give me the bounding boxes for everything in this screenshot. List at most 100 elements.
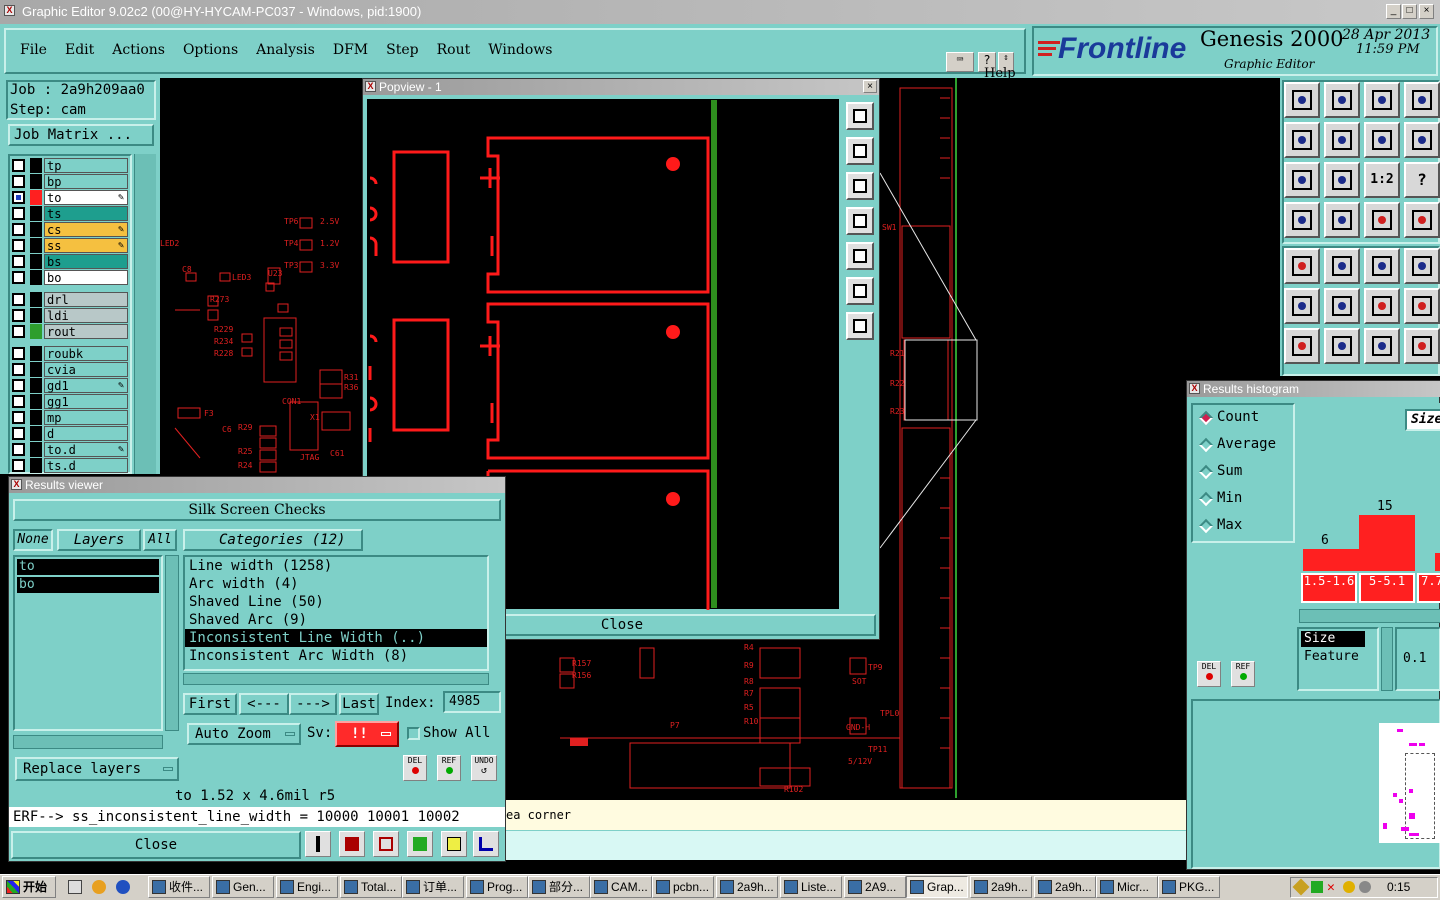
cross-icon[interactable] xyxy=(1324,288,1360,324)
layer-list-vscroll[interactable] xyxy=(165,555,179,731)
layer-row[interactable]: d xyxy=(12,426,128,441)
category-item[interactable]: Arc width (4) xyxy=(185,575,487,593)
tray-clock[interactable]: 0:15 xyxy=(1387,880,1410,894)
feature-option[interactable]: Feature xyxy=(1299,649,1377,665)
layer-checkbox[interactable] xyxy=(12,363,25,376)
layer-row[interactable]: to.d ✎ xyxy=(12,442,128,457)
category-item[interactable]: Inconsistent Arc Width (8) xyxy=(185,647,487,665)
prev-button[interactable]: <--- xyxy=(239,693,289,715)
layer-checkbox[interactable] xyxy=(12,325,25,338)
layer-row[interactable]: gg1 xyxy=(12,394,128,409)
taskbar-item[interactable]: 部分... xyxy=(528,876,590,898)
snap-icon[interactable] xyxy=(1404,122,1440,158)
measure-option-count[interactable]: Count xyxy=(1193,405,1293,432)
layer-row[interactable]: bs xyxy=(12,254,128,269)
step-value[interactable]: 0.1 xyxy=(1397,629,1439,666)
zoom-in-icon[interactable] xyxy=(846,102,874,130)
layer-name[interactable]: drl xyxy=(44,292,128,307)
category-hscroll[interactable] xyxy=(183,673,489,685)
move-right-icon[interactable] xyxy=(1324,122,1360,158)
layer-row[interactable]: gd1 ✎ xyxy=(12,378,128,393)
layer-name[interactable]: ss xyxy=(44,238,128,253)
taskbar-item[interactable]: 2a9h... xyxy=(970,876,1032,898)
first-button[interactable]: First xyxy=(183,693,237,715)
move-up-icon[interactable] xyxy=(1284,82,1320,118)
layer-row[interactable]: mp xyxy=(12,410,128,425)
zoom-out-icon[interactable] xyxy=(846,137,874,165)
none-button[interactable]: None xyxy=(13,529,53,551)
layer-checkbox[interactable] xyxy=(12,271,25,284)
layer-checkbox[interactable] xyxy=(12,255,25,268)
pan-left-icon[interactable] xyxy=(846,207,874,235)
histogram-hscroll[interactable] xyxy=(1299,609,1440,623)
measure-option-min[interactable]: Min xyxy=(1193,486,1293,513)
layer-name[interactable]: cs xyxy=(44,222,128,237)
category-item[interactable]: Shaved Line (50) xyxy=(185,593,487,611)
taskbar-item[interactable]: Grap... xyxy=(906,876,968,898)
menu-analysis[interactable]: Analysis xyxy=(256,42,315,58)
taskbar-item[interactable]: Prog... xyxy=(466,876,528,898)
ruler-icon[interactable] xyxy=(1364,248,1400,284)
layer-checkbox[interactable] xyxy=(12,347,25,360)
tray-clock-icon[interactable] xyxy=(1359,881,1371,893)
bar-category-label[interactable]: 1.5-1.6 xyxy=(1301,573,1357,603)
menu-file[interactable]: File xyxy=(20,42,47,58)
start-button[interactable]: 开始 xyxy=(2,876,56,898)
measure-option-average[interactable]: Average xyxy=(1193,432,1293,459)
layer-checkbox[interactable] xyxy=(12,411,25,424)
del-button[interactable]: DEL xyxy=(403,755,427,781)
taskbar-item[interactable]: pcbn... xyxy=(652,876,714,898)
panel-icon[interactable] xyxy=(1404,82,1440,118)
result-layer-item[interactable]: to xyxy=(17,559,159,575)
taskbar-item[interactable]: PKG... xyxy=(1158,876,1220,898)
layer-name[interactable]: d xyxy=(44,426,128,441)
radio-icon[interactable] xyxy=(1198,464,1214,480)
menu-edit[interactable]: Edit xyxy=(65,42,94,58)
severity-menu[interactable]: !! xyxy=(335,721,399,747)
radio-icon[interactable] xyxy=(1198,437,1214,453)
last-button[interactable]: Last xyxy=(339,693,379,715)
clock-app-icon[interactable] xyxy=(92,880,106,894)
category-item[interactable]: Inconsistent Line Width (..) xyxy=(185,629,487,647)
select-pad-icon[interactable] xyxy=(1284,248,1320,284)
report-icon[interactable] xyxy=(339,831,365,857)
arrow-pad2-icon[interactable] xyxy=(1404,288,1440,324)
arc-icon[interactable] xyxy=(1364,328,1400,364)
layer-row[interactable]: bo xyxy=(12,270,128,285)
layer-row[interactable]: tp xyxy=(12,158,128,173)
preview-map[interactable] xyxy=(1379,723,1440,843)
connect-icon[interactable] xyxy=(1284,288,1320,324)
query-icon[interactable]: ? xyxy=(1404,162,1440,198)
layer-checkbox[interactable] xyxy=(12,223,25,236)
histogram-bar[interactable] xyxy=(1359,515,1415,571)
taskbar-item[interactable]: Total... xyxy=(340,876,402,898)
layer-name[interactable]: tp xyxy=(44,158,128,173)
replace-layers-menu[interactable]: Replace layers xyxy=(15,757,179,781)
menu-dfm[interactable]: DFM xyxy=(333,42,368,58)
graph-icon[interactable] xyxy=(473,831,499,857)
arrow-pad-icon[interactable] xyxy=(1364,288,1400,324)
zoom-home-icon[interactable] xyxy=(846,172,874,200)
histogram-icon[interactable] xyxy=(305,831,331,857)
move-down-icon[interactable] xyxy=(1324,82,1360,118)
layer-checkbox[interactable] xyxy=(12,309,25,322)
category-item[interactable]: Line width (1258) xyxy=(185,557,487,575)
radio-icon[interactable] xyxy=(1198,410,1214,426)
layer-name[interactable]: mp xyxy=(44,410,128,425)
menu-rout[interactable]: Rout xyxy=(437,42,471,58)
home-icon[interactable] xyxy=(1364,82,1400,118)
fit-icon[interactable] xyxy=(846,277,874,305)
line-icon[interactable] xyxy=(1284,328,1320,364)
circle-icon[interactable] xyxy=(1404,248,1440,284)
layer-row[interactable]: roubk xyxy=(12,346,128,361)
radio-icon[interactable] xyxy=(1198,491,1214,507)
layer-checkbox[interactable] xyxy=(12,239,25,252)
show-all-checkbox[interactable] xyxy=(407,727,420,740)
pan-right-icon[interactable] xyxy=(846,242,874,270)
index-input[interactable]: 4985 xyxy=(443,691,501,713)
layer-name[interactable]: cvia xyxy=(44,362,128,377)
maximize-icon[interactable]: □ xyxy=(1402,4,1417,19)
layer-name[interactable]: to xyxy=(44,190,128,205)
radio-icon[interactable] xyxy=(1198,518,1214,534)
menu-windows[interactable]: Windows xyxy=(488,42,552,58)
